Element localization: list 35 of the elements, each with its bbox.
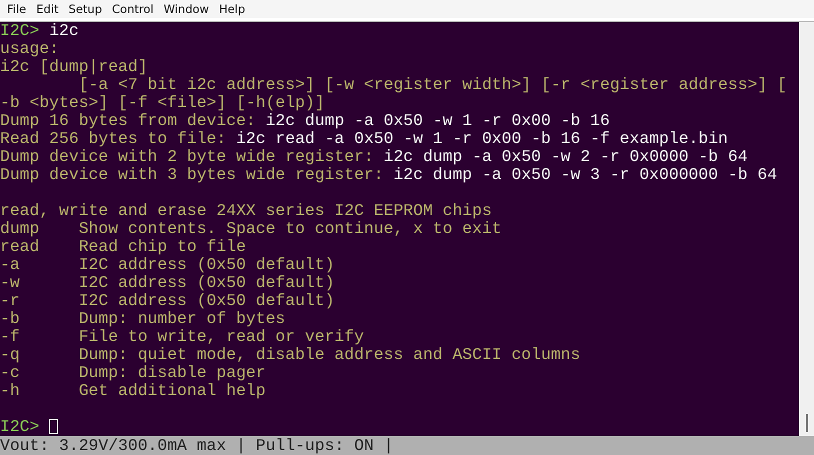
help-text: -f File to write, read or verify [0, 328, 364, 346]
help-text: -c Dump: disable pager [0, 364, 266, 382]
prompt-text: I2C> [0, 418, 40, 436]
status-bar: Vout: 3.29V/300.0mA max | Pull-ups: ON | [0, 436, 814, 455]
menu-item[interactable]: Control [107, 2, 159, 16]
command-text: i2c dump -a 0x50 -w 3 -r 0x000000 -b 64 [392, 166, 778, 184]
menu-item[interactable]: Setup [64, 2, 108, 16]
help-text: dump Show contents. Space to continue, x to exit [0, 220, 502, 238]
help-text: -b Dump: number of bytes [0, 310, 286, 328]
help-text: usage: [0, 40, 60, 58]
help-text: -r I2C address (0x50 default) [0, 292, 334, 310]
command-text: i2c [48, 22, 79, 40]
help-text: Dump device with 2 byte wide register: [0, 148, 374, 166]
scrollbar-thumb[interactable] [806, 414, 808, 432]
help-text: Read 256 bytes to file: [0, 130, 226, 148]
prompt-text: I2C> [0, 22, 40, 40]
help-text: read Read chip to file [0, 238, 246, 256]
help-text: -q Dump: quiet mode, disable address and ASCII columns [0, 346, 580, 364]
command-text: i2c dump -a 0x50 -w 1 -r 0x00 -b 16 [264, 112, 610, 130]
menu-item[interactable]: Edit [31, 2, 64, 16]
menu-item[interactable]: Window [158, 2, 214, 16]
command-text: i2c read -a 0x50 -w 1 -r 0x00 -b 16 -f example.bin [235, 130, 728, 148]
help-text: -b <bytes>] [-f <file>] [-h(elp)] [0, 94, 325, 112]
help-text: -a I2C address (0x50 default) [0, 256, 334, 274]
help-text: Dump device with 3 bytes wide register: [0, 166, 384, 184]
text-cursor [49, 419, 58, 434]
help-text: -w I2C address (0x50 default) [0, 274, 334, 292]
command-text: i2c dump -a 0x50 -w 2 -r 0x0000 -b 64 [382, 148, 748, 166]
help-text: read, write and erase 24XX series I2C EEPROM chips [0, 202, 492, 220]
help-text: -h Get additional help [0, 382, 266, 400]
menu-item[interactable]: Help [214, 2, 250, 16]
help-text: i2c [dump|read] [0, 58, 148, 76]
menu-item[interactable]: File [2, 2, 32, 16]
help-text: Dump 16 bytes from device: [0, 112, 256, 130]
help-text: [-a <7 bit i2c address>] [-w <register width>] [-r <register address>] [ [78, 76, 787, 94]
